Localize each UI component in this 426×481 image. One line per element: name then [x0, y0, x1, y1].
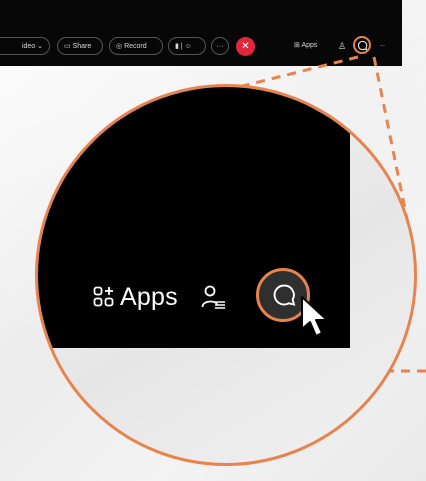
- screenshot-frame: ideo ⌄ ▭ Share ◎ Record ▮ | ☺ ··· ✕ ⊞ Ap…: [0, 0, 426, 481]
- apps-icon: [93, 286, 114, 307]
- apps-label[interactable]: Apps: [120, 283, 178, 312]
- magnified-toolbar: Apps: [38, 87, 350, 348]
- people-icon[interactable]: [201, 285, 227, 309]
- magnifier-callout: Apps: [35, 84, 417, 466]
- chat-icon: [273, 284, 296, 306]
- mouse-cursor-icon: [301, 296, 328, 337]
